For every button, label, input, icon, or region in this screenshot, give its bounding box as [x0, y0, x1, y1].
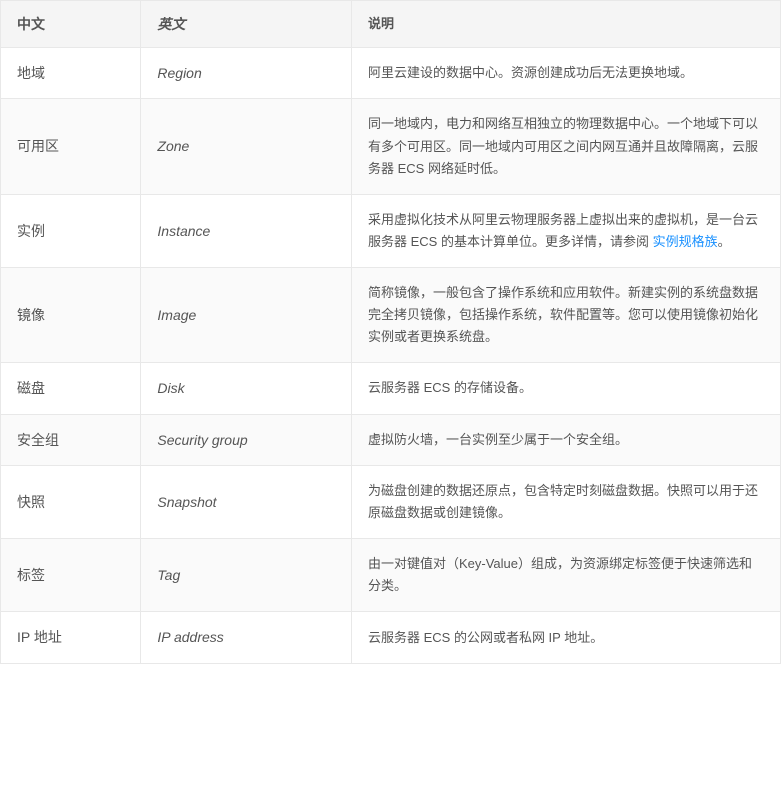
table-row: 可用区Zone同一地域内，电力和网络互相独立的物理数据中心。一个地域下可以有多个… [1, 99, 781, 194]
cell-zh: 磁盘 [1, 363, 141, 414]
cell-en: Image [141, 267, 352, 362]
table-row: 安全组Security group虚拟防火墙，一台实例至少属于一个安全组。 [1, 414, 781, 465]
glossary-table: 中文 英文 说明 地域Region阿里云建设的数据中心。资源创建成功后无法更换地… [0, 0, 781, 664]
cell-en: IP address [141, 612, 352, 663]
cell-en: Tag [141, 539, 352, 612]
cell-zh: 快照 [1, 466, 141, 539]
table-row: 实例Instance采用虚拟化技术从阿里云物理服务器上虚拟出来的虚拟机，是一台云… [1, 194, 781, 267]
cell-desc: 为磁盘创建的数据还原点，包含特定时刻磁盘数据。快照可以用于还原磁盘数据或创建镜像… [351, 466, 780, 539]
cell-en: Zone [141, 99, 352, 194]
cell-desc: 虚拟防火墙，一台实例至少属于一个安全组。 [351, 414, 780, 465]
cell-zh: IP 地址 [1, 612, 141, 663]
cell-zh: 镜像 [1, 267, 141, 362]
cell-desc: 采用虚拟化技术从阿里云物理服务器上虚拟出来的虚拟机，是一台云服务器 ECS 的基… [351, 194, 780, 267]
header-zh: 中文 [1, 1, 141, 48]
cell-desc: 云服务器 ECS 的存储设备。 [351, 363, 780, 414]
cell-desc: 阿里云建设的数据中心。资源创建成功后无法更换地域。 [351, 48, 780, 99]
cell-en: Instance [141, 194, 352, 267]
table-row: 标签Tag由一对键值对（Key-Value）组成，为资源绑定标签便于快速筛选和分… [1, 539, 781, 612]
table-header-row: 中文 英文 说明 [1, 1, 781, 48]
table-row: 地域Region阿里云建设的数据中心。资源创建成功后无法更换地域。 [1, 48, 781, 99]
desc-text-after: 。 [718, 234, 731, 249]
cell-desc: 云服务器 ECS 的公网或者私网 IP 地址。 [351, 612, 780, 663]
desc-link[interactable]: 实例规格族 [653, 234, 718, 249]
cell-zh: 标签 [1, 539, 141, 612]
cell-en: Snapshot [141, 466, 352, 539]
cell-desc: 简称镜像，一般包含了操作系统和应用软件。新建实例的系统盘数据完全拷贝镜像，包括操… [351, 267, 780, 362]
cell-zh: 可用区 [1, 99, 141, 194]
glossary-table-container: 中文 英文 说明 地域Region阿里云建设的数据中心。资源创建成功后无法更换地… [0, 0, 781, 664]
header-en: 英文 [141, 1, 352, 48]
cell-zh: 实例 [1, 194, 141, 267]
cell-en: Region [141, 48, 352, 99]
header-desc: 说明 [351, 1, 780, 48]
cell-en: Security group [141, 414, 352, 465]
table-row: 磁盘Disk云服务器 ECS 的存储设备。 [1, 363, 781, 414]
cell-zh: 地域 [1, 48, 141, 99]
table-row: IP 地址IP address云服务器 ECS 的公网或者私网 IP 地址。 [1, 612, 781, 663]
table-row: 镜像Image简称镜像，一般包含了操作系统和应用软件。新建实例的系统盘数据完全拷… [1, 267, 781, 362]
table-row: 快照Snapshot为磁盘创建的数据还原点，包含特定时刻磁盘数据。快照可以用于还… [1, 466, 781, 539]
cell-zh: 安全组 [1, 414, 141, 465]
cell-desc: 由一对键值对（Key-Value）组成，为资源绑定标签便于快速筛选和分类。 [351, 539, 780, 612]
cell-en: Disk [141, 363, 352, 414]
cell-desc: 同一地域内，电力和网络互相独立的物理数据中心。一个地域下可以有多个可用区。同一地… [351, 99, 780, 194]
